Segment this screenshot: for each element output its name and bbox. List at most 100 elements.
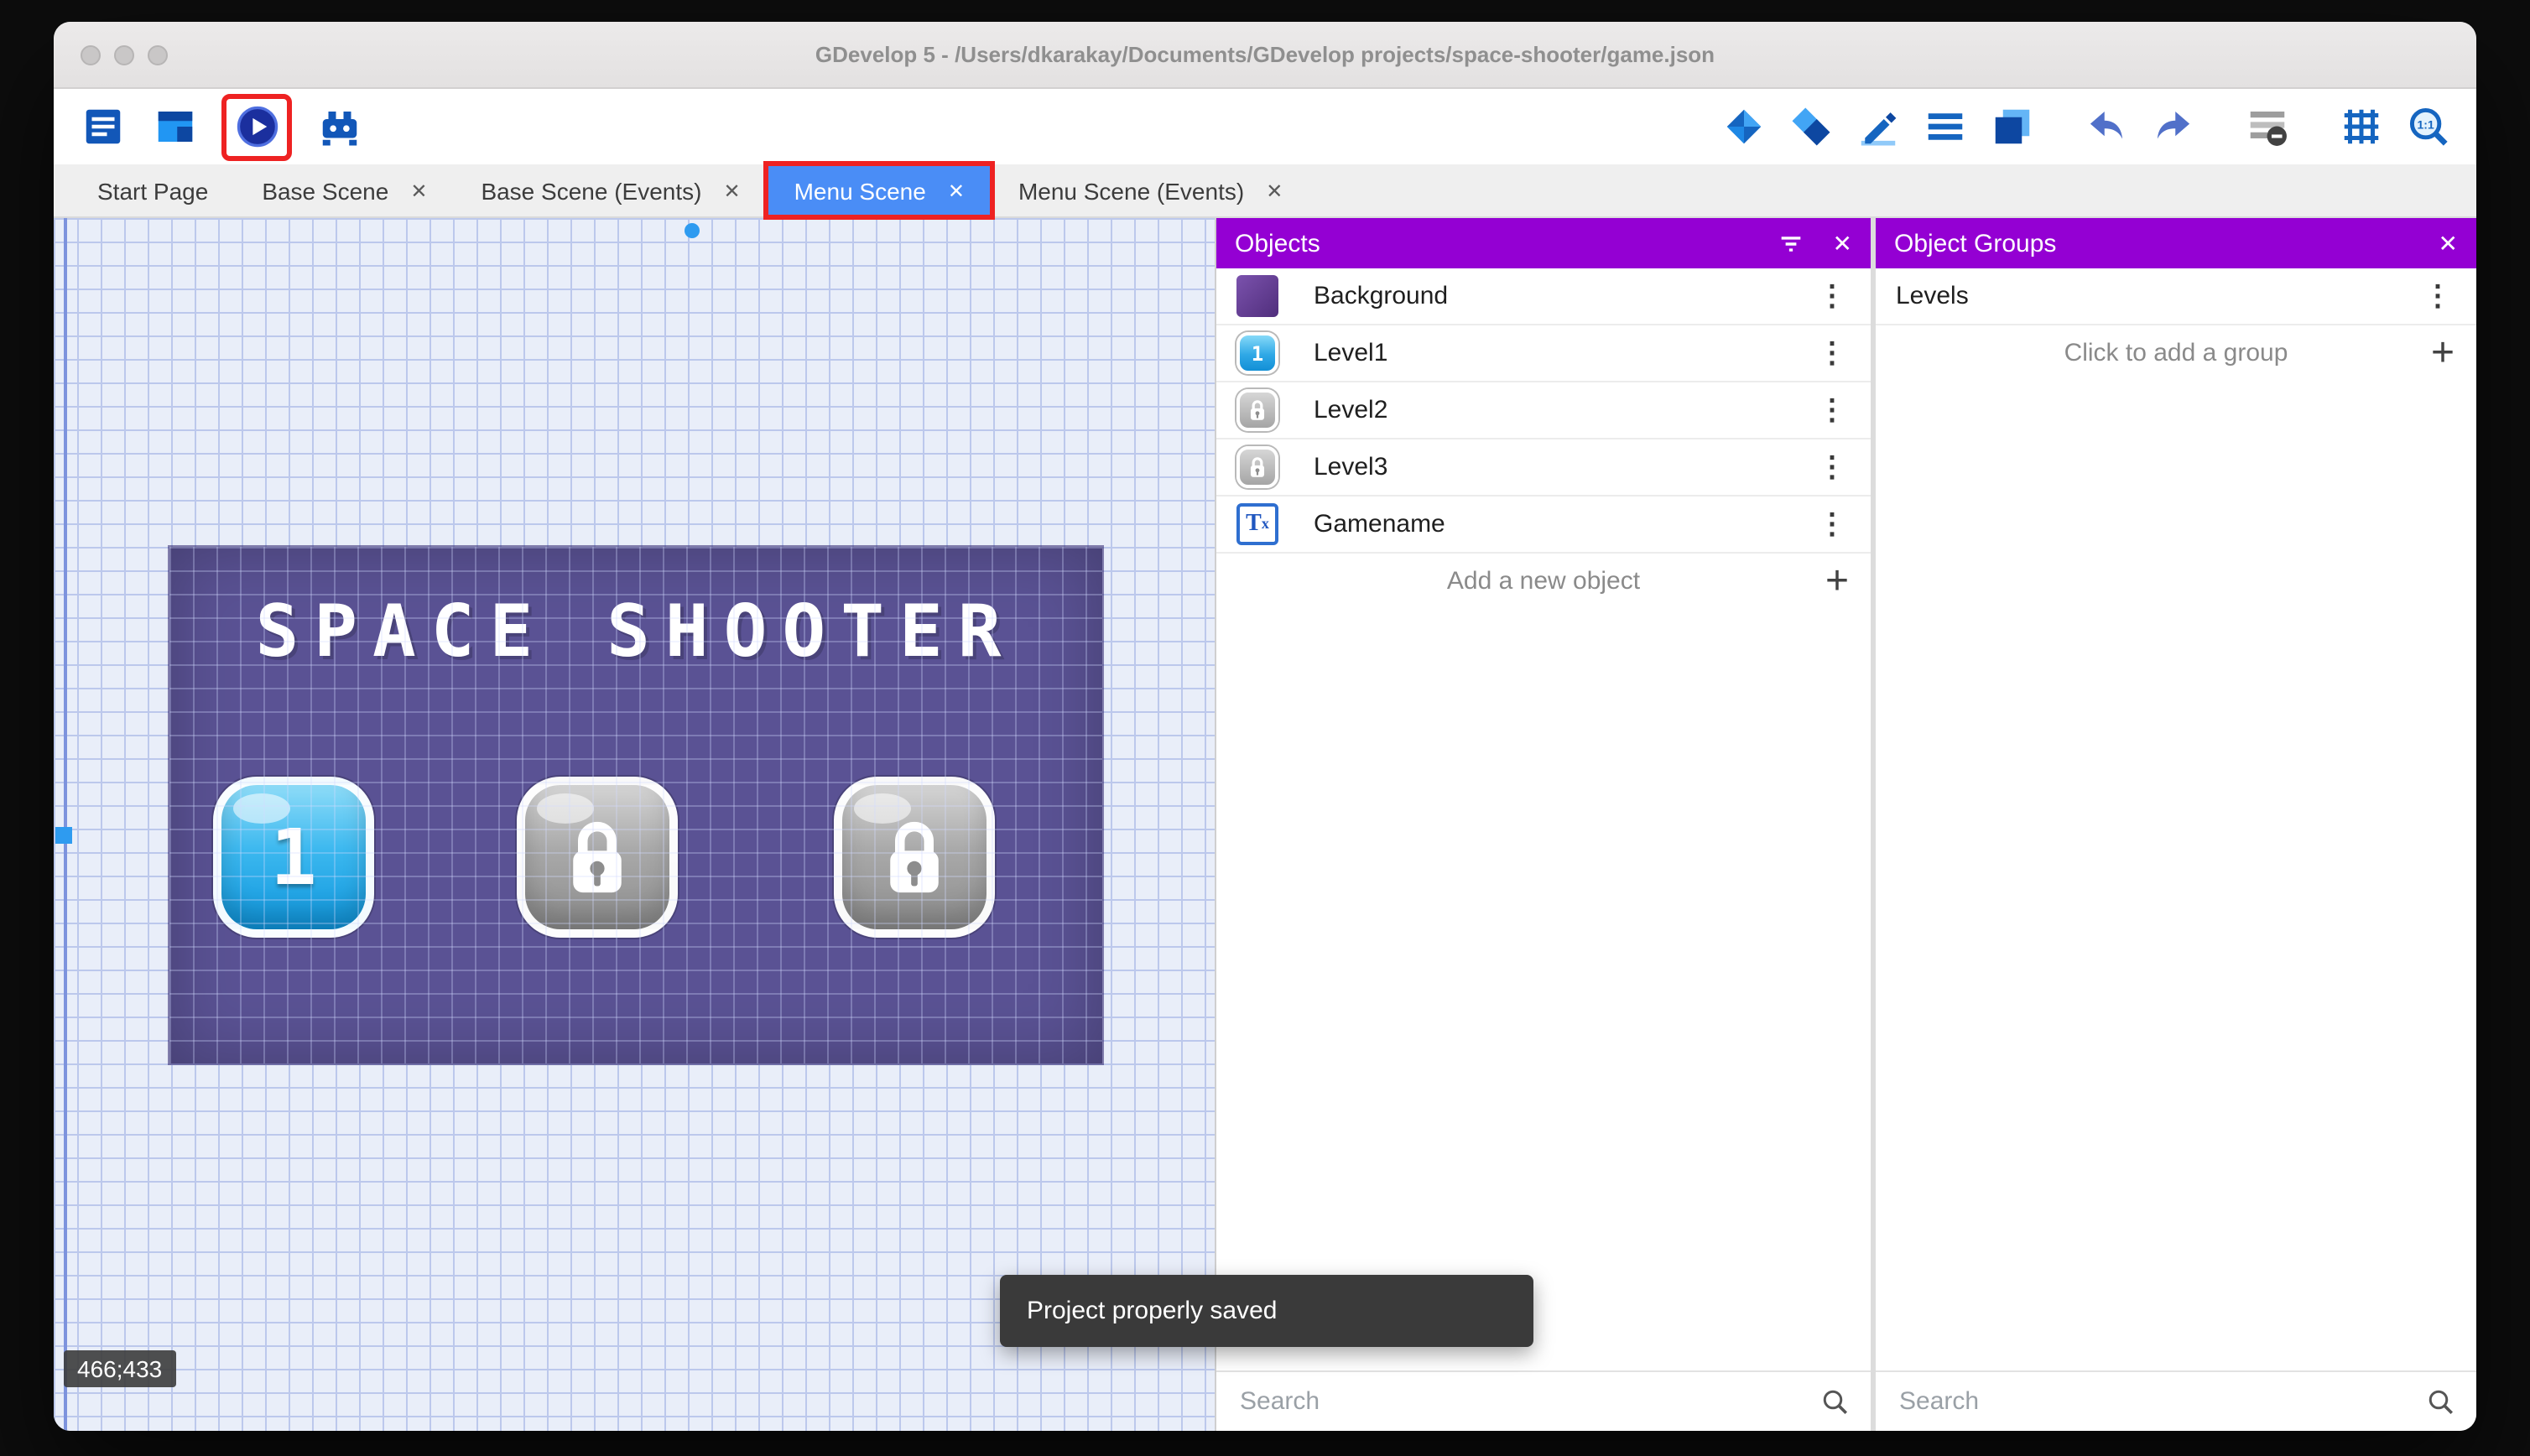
traffic-lights [81, 22, 168, 87]
add-object-label: Add a new object [1446, 567, 1641, 595]
open-layers-panel-button[interactable] [1986, 101, 2037, 152]
save-toast: Project properly saved [1000, 1275, 1533, 1347]
object-menu-button[interactable]: ⋮ [1814, 507, 1851, 541]
project-manager-button[interactable] [77, 101, 128, 152]
tab-base-scene[interactable]: Base Scene ✕ [235, 164, 454, 216]
list-lines-icon [1927, 113, 1962, 140]
zoom-icon: 1:1 [2408, 107, 2447, 146]
window-mask-icon [2249, 112, 2286, 146]
lock-icon [1250, 457, 1265, 477]
object-cube-icon [1726, 109, 1761, 144]
editor-content: SPACE SHOOTER 1 466;433 Objects ✕ Backgr… [54, 218, 2476, 1431]
search-icon [2426, 1386, 2456, 1417]
group-row-levels[interactable]: Levels ⋮ [1876, 268, 2476, 325]
open-instances-list-button[interactable] [1919, 101, 1970, 152]
undo-button[interactable] [2080, 101, 2131, 152]
main-toolbar: 1:1 [54, 89, 2476, 164]
zoom-level-label: 1:1 [2417, 117, 2434, 131]
object-groups-empty-area [1876, 381, 2476, 1370]
pencil-icon [1860, 112, 1896, 146]
objects-panel-empty-area [1216, 609, 1871, 1370]
left-edge-handle[interactable] [55, 827, 72, 844]
scene-origin-line [64, 218, 67, 1431]
open-properties-button[interactable] [1852, 101, 1903, 152]
search-icon [1820, 1386, 1851, 1417]
menu-lines-icon [85, 109, 120, 144]
game-title-text[interactable]: SPACE SHOOTER [169, 590, 1102, 674]
redo-button[interactable] [2147, 101, 2198, 152]
close-objects-panel-button[interactable]: ✕ [1833, 229, 1852, 257]
window-image-icon [157, 112, 192, 142]
objects-panel-header: Objects ✕ [1216, 218, 1871, 268]
add-group-label: Click to add a group [2064, 339, 2288, 367]
scene-editor-button[interactable] [149, 101, 200, 152]
object-menu-button[interactable]: ⋮ [1814, 450, 1851, 484]
object-row-background[interactable]: Background ⋮ [1216, 268, 1871, 325]
object-groups-panel-header: Object Groups ✕ [1876, 218, 2476, 268]
open-object-groups-button[interactable] [1785, 101, 1835, 152]
tab-menu-scene[interactable]: Menu Scene ✕ [763, 161, 995, 220]
plus-icon[interactable]: + [2431, 332, 2455, 373]
level3-button-instance[interactable] [834, 777, 995, 938]
lock-icon [890, 821, 939, 893]
cursor-coordinates: 466;433 [64, 1350, 176, 1387]
toggle-window-mask-button[interactable] [2241, 101, 2292, 152]
object-row-gamename[interactable]: Tx Gamename ⋮ [1216, 497, 1871, 554]
level1-button-instance[interactable]: 1 [213, 777, 374, 938]
redo-icon [2156, 112, 2189, 139]
plus-icon[interactable]: + [1825, 560, 1849, 601]
lock-icon [1250, 400, 1265, 420]
filter-button[interactable] [1778, 229, 1806, 257]
level2-object-icon [1236, 389, 1278, 431]
add-group-row[interactable]: Click to add a group + [1876, 325, 2476, 381]
level2-button-instance[interactable] [517, 777, 678, 938]
menu-background-instance[interactable]: SPACE SHOOTER 1 [169, 547, 1102, 1063]
tab-close-icon[interactable]: ✕ [948, 179, 965, 202]
objects-search-bar [1216, 1370, 1871, 1431]
object-menu-button[interactable]: ⋮ [1814, 393, 1851, 427]
tab-menu-scene-events[interactable]: Menu Scene (Events) ✕ [992, 164, 1309, 216]
top-anchor-handle[interactable] [685, 223, 700, 238]
toggle-grid-button[interactable] [2335, 101, 2386, 152]
object-row-level3[interactable]: Level3 ⋮ [1216, 439, 1871, 497]
layers-icon [1994, 109, 2029, 144]
toolbar-right-group: 1:1 [1718, 101, 2453, 152]
groups-search-bar [1876, 1370, 2476, 1431]
tab-bar: Start Page Base Scene ✕ Base Scene (Even… [54, 161, 2476, 220]
object-menu-button[interactable]: ⋮ [1814, 279, 1851, 313]
add-object-row[interactable]: Add a new object + [1216, 554, 1871, 609]
window-title: GDevelop 5 - /Users/dkarakay/Documents/G… [815, 42, 1715, 67]
titlebar: GDevelop 5 - /Users/dkarakay/Documents/G… [54, 22, 2476, 89]
text-object-icon: Tx [1236, 503, 1278, 545]
scene-canvas[interactable]: SPACE SHOOTER 1 466;433 [54, 218, 1215, 1431]
preview-button[interactable] [232, 101, 282, 152]
object-row-level1[interactable]: 1 Level1 ⋮ [1216, 325, 1871, 382]
filter-icon [1782, 236, 1801, 251]
tab-close-icon[interactable]: ✕ [1266, 179, 1283, 202]
objects-search-input[interactable] [1236, 1386, 1807, 1417]
play-icon [236, 106, 278, 148]
debugger-button[interactable] [314, 101, 364, 152]
objects-panel-title: Objects [1235, 229, 1320, 257]
preview-highlight-box [221, 93, 292, 160]
group-menu-button[interactable]: ⋮ [2419, 279, 2456, 313]
grid-icon [2343, 109, 2378, 144]
window-close-button[interactable] [81, 44, 101, 65]
tab-close-icon[interactable]: ✕ [723, 179, 740, 202]
object-groups-panel-title: Object Groups [1894, 229, 2057, 257]
object-menu-button[interactable]: ⋮ [1814, 336, 1851, 370]
background-object-icon [1236, 275, 1278, 317]
close-object-groups-panel-button[interactable]: ✕ [2439, 229, 2458, 257]
zoom-button[interactable]: 1:1 [2402, 101, 2453, 152]
tab-base-scene-events[interactable]: Base Scene (Events) ✕ [454, 164, 767, 216]
open-objects-panel-button[interactable] [1718, 101, 1768, 152]
object-row-level2[interactable]: Level2 ⋮ [1216, 382, 1871, 439]
debugger-icon [321, 112, 357, 146]
objects-panel: Objects ✕ Background ⋮ 1 Level1 ⋮ Level2… [1215, 218, 1871, 1431]
window-minimize-button[interactable] [114, 44, 134, 65]
tab-close-icon[interactable]: ✕ [410, 179, 427, 202]
window-zoom-button[interactable] [148, 44, 168, 65]
level1-object-icon: 1 [1236, 332, 1278, 374]
groups-search-input[interactable] [1896, 1386, 2413, 1417]
tab-start-page[interactable]: Start Page [70, 164, 235, 216]
